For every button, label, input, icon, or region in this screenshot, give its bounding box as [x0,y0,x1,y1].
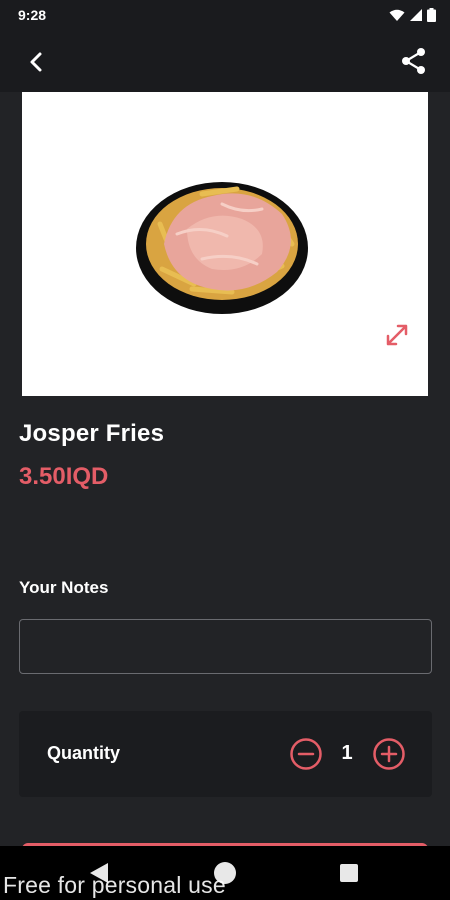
status-icons [389,8,436,22]
nav-back-icon[interactable] [88,861,110,885]
wifi-icon [389,9,405,21]
quantity-value: 1 [341,742,353,764]
fries-plate-image [136,182,308,314]
share-icon[interactable] [400,46,428,76]
back-arrow-icon[interactable] [22,48,50,76]
plus-circle-icon[interactable] [372,737,406,771]
expand-icon[interactable] [384,322,410,348]
notes-input[interactable] [19,619,432,674]
nav-home-icon[interactable] [214,862,236,884]
quantity-card: Quantity 1 [19,711,432,797]
product-price: 3.50IQD [19,463,109,490]
status-bar: 9:28 [0,0,450,30]
quantity-label: Quantity [47,743,121,763]
system-nav-bar [0,846,450,900]
notes-label: Your Notes [19,578,109,597]
minus-circle-icon[interactable] [289,737,323,771]
product-title: Josper Fries [19,420,165,447]
status-time: 9:28 [18,7,47,23]
nav-recents-icon[interactable] [340,864,358,882]
signal-icon [410,9,422,21]
battery-icon [427,8,436,22]
app-bar [0,30,450,92]
product-image[interactable] [22,92,428,396]
